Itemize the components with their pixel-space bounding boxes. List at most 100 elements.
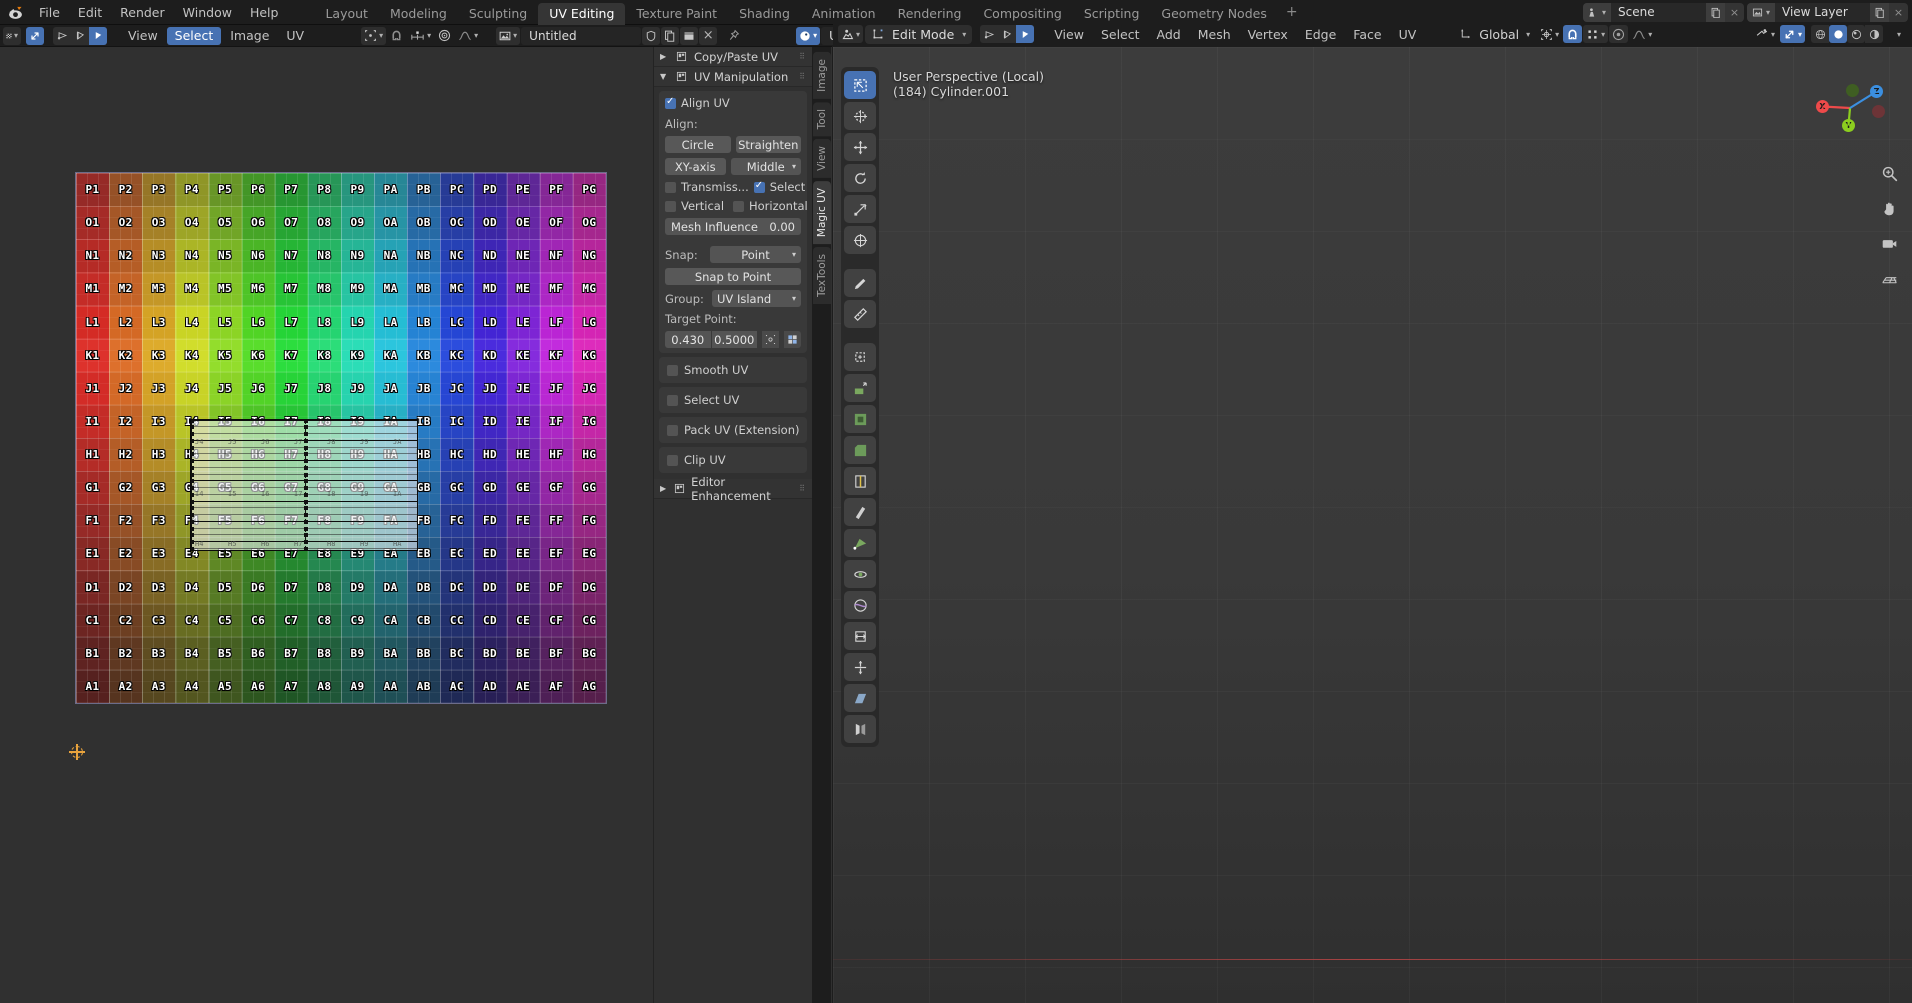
image-datablock-icon[interactable]: ▾	[496, 26, 521, 45]
panel-drag-handle[interactable]: ⠿	[799, 484, 806, 493]
workspace-tab-modeling[interactable]: Modeling	[379, 3, 458, 25]
cursor-tool[interactable]	[844, 102, 876, 130]
new-image-icon[interactable]	[661, 26, 680, 45]
align-location-dropdown[interactable]: Middle ▾	[730, 158, 801, 175]
vertex-select-icon[interactable]	[53, 26, 71, 45]
target-y-field[interactable]: 0.5000	[711, 331, 757, 348]
interaction-mode-dropdown[interactable]: Edit Mode ▾	[865, 24, 973, 44]
visibility-icon[interactable]: ▾	[1752, 25, 1778, 43]
snap-magnet-icon[interactable]	[387, 27, 406, 45]
npanel-tab-view[interactable]: View	[812, 139, 831, 179]
circle-button[interactable]: Circle	[665, 136, 731, 153]
uv-vertex[interactable]	[191, 485, 194, 490]
uv-vertex[interactable]	[303, 505, 308, 510]
npanel-tab-image[interactable]: Image	[812, 52, 831, 99]
solid-shading-icon[interactable]	[1829, 25, 1847, 43]
menu-select[interactable]: Select	[166, 26, 222, 45]
npanel-tab-magic-uv[interactable]: Magic UV	[812, 181, 831, 245]
edge-select-icon[interactable]	[71, 26, 89, 45]
unpack-icon[interactable]	[680, 26, 699, 45]
gizmo-axis-y[interactable]: Y	[1842, 119, 1855, 132]
display-channels-icon[interactable]: ▾	[796, 26, 821, 45]
face-select-icon[interactable]	[89, 26, 107, 45]
vertex-select-icon[interactable]	[980, 25, 999, 43]
gizmo-axis-z[interactable]: Z	[1870, 85, 1883, 98]
scene-selector[interactable]: ▾ Scene ×	[1583, 2, 1744, 22]
group-dropdown[interactable]: UV Island ▾	[712, 290, 801, 307]
annotate-tool[interactable]	[844, 269, 876, 297]
tweak-tool[interactable]	[844, 71, 876, 99]
rip-region-tool[interactable]	[844, 715, 876, 743]
uv-vertex[interactable]	[191, 451, 194, 456]
menu-file[interactable]: File	[30, 2, 69, 22]
uv-vertex[interactable]	[191, 472, 194, 477]
snap-to-point-button[interactable]: Snap to Point	[665, 268, 801, 285]
workspace-tab-layout[interactable]: Layout	[314, 3, 379, 25]
add-workspace-button[interactable]: +	[1278, 1, 1306, 23]
menu-uv[interactable]: UV	[1391, 25, 1425, 43]
uv-editor-type-icon[interactable]: ▾	[3, 26, 21, 45]
menu-vertex[interactable]: Vertex	[1240, 25, 1296, 43]
uv-vertex[interactable]	[191, 445, 194, 450]
uv-vertex[interactable]	[303, 451, 308, 456]
gizmo-axis-neg-x[interactable]	[1872, 105, 1885, 118]
bevel-tool[interactable]	[844, 436, 876, 464]
select-checkbox[interactable]	[753, 180, 765, 193]
rotate-tool[interactable]	[844, 164, 876, 192]
face-select-icon[interactable]	[1016, 25, 1035, 43]
xray-toggle-icon[interactable]: ▾	[1779, 25, 1805, 43]
clip-uv-checkbox[interactable]	[667, 454, 678, 466]
uv-vertex[interactable]	[191, 465, 194, 470]
panel-copy-paste-uv[interactable]: ▶ Copy/Paste UV ⠿	[654, 47, 812, 67]
eyedropper-icon[interactable]	[762, 331, 779, 348]
mesh-influence-row[interactable]: Mesh Influence 0.00	[665, 218, 801, 235]
uv-vertex[interactable]	[303, 526, 308, 531]
shrink-fatten-tool[interactable]	[844, 653, 876, 681]
proportional-edit-icon[interactable]	[435, 27, 454, 45]
uv-vertex[interactable]	[191, 420, 194, 423]
uv-vertex[interactable]	[191, 458, 194, 463]
move-tool[interactable]	[844, 133, 876, 161]
snap-mode-dropdown[interactable]: Point ▾	[710, 246, 801, 263]
menu-uv[interactable]: UV	[278, 27, 312, 45]
3d-viewport[interactable]: User Perspective (Local) (184) Cylinder.…	[833, 47, 1912, 1003]
menu-view[interactable]: View	[1046, 25, 1092, 43]
close-image-button[interactable]: ×	[699, 26, 718, 45]
uv-vertex[interactable]	[303, 549, 308, 550]
uv-vertex[interactable]	[303, 445, 308, 450]
uv-vertex[interactable]	[191, 526, 194, 531]
menu-render[interactable]: Render	[111, 2, 174, 22]
view-layer-name[interactable]: View Layer	[1775, 5, 1870, 19]
image-name-field[interactable]: Untitled	[521, 26, 642, 45]
uv-vertex[interactable]	[303, 485, 308, 490]
uv-vertex[interactable]	[191, 424, 194, 429]
new-view-layer-icon[interactable]	[1870, 2, 1889, 22]
edge-slide-tool[interactable]	[844, 622, 876, 650]
unlink-scene-button[interactable]: ×	[1725, 2, 1744, 22]
menu-edit[interactable]: Edit	[69, 2, 111, 22]
proportional-edit-icon[interactable]	[1609, 25, 1629, 43]
pivot-point-icon[interactable]: ▾	[1537, 25, 1562, 43]
snap-increment-icon[interactable]: ▾	[407, 27, 434, 45]
hand-pan-icon[interactable]	[1878, 197, 1900, 219]
menu-view[interactable]: View	[120, 27, 166, 45]
panel-drag-handle[interactable]: ⠿	[799, 72, 806, 81]
3d-viewport-type-icon[interactable]: ▾	[838, 25, 864, 43]
target-x-field[interactable]: 0.430	[665, 331, 711, 348]
uv-sync-selection-icon[interactable]	[26, 26, 44, 45]
smooth-tool[interactable]	[844, 591, 876, 619]
inset-faces-tool[interactable]	[844, 405, 876, 433]
uv-vertex[interactable]	[303, 499, 308, 504]
wireframe-shading-icon[interactable]	[1811, 25, 1829, 43]
measure-tool[interactable]	[844, 300, 876, 328]
uv-vertex[interactable]	[303, 438, 308, 443]
align-uv-checkbox[interactable]	[665, 96, 676, 109]
pin-icon[interactable]	[724, 27, 743, 45]
selected-uv-island[interactable]: J4 J5 J6 J7 J8 J9 JA I4 I5 I6 I7 I8 I9 IA H4 H5 H6 H7 H8 H9…	[190, 419, 418, 551]
menu-help[interactable]: Help	[241, 2, 288, 22]
workspace-tab-texture-paint[interactable]: Texture Paint	[625, 3, 728, 25]
menu-edge[interactable]: Edge	[1297, 25, 1344, 43]
pivot-icon[interactable]: ▾	[361, 26, 387, 45]
menu-add[interactable]: Add	[1149, 25, 1189, 43]
npanel-tab-textools[interactable]: TexTools	[812, 247, 831, 305]
